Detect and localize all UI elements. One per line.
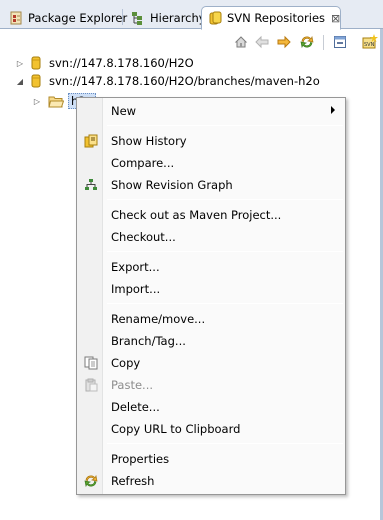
menu-separator: [107, 443, 343, 444]
menu-item-check-out-as-maven-project[interactable]: Check out as Maven Project...: [79, 204, 343, 226]
menu-item-label: Checkout...: [111, 230, 176, 244]
expand-icon[interactable]: ▷: [15, 58, 25, 68]
menu-item-export[interactable]: Export...: [79, 256, 343, 278]
tab-package-explorer[interactable]: Package Explorer: [2, 6, 134, 29]
menu-separator: [107, 199, 343, 200]
menu-item-label: Check out as Maven Project...: [111, 208, 282, 222]
menu-item-properties[interactable]: Properties: [79, 448, 343, 470]
menu-item-label: Show History: [111, 134, 187, 148]
folder-open-icon: [48, 95, 65, 108]
tree-item-repo-maven-h2o[interactable]: ◢ svn://147.8.178.160/H2O/branches/maven…: [15, 72, 320, 90]
menu-item-label: New: [111, 104, 137, 118]
paste-icon: [83, 377, 99, 393]
home-icon[interactable]: [233, 34, 249, 50]
copy-icon: [83, 355, 99, 371]
tab-separator: [122, 9, 123, 25]
menu-item-delete[interactable]: Delete...: [79, 396, 343, 418]
view-tab-bar: Package Explorer Hierarchy SVN Repositor…: [0, 0, 383, 30]
menu-item-show-revision-graph[interactable]: Show Revision Graph: [79, 174, 343, 196]
hierarchy-icon: [131, 11, 145, 25]
refresh-icon: [83, 473, 99, 489]
submenu-arrow-icon: [331, 106, 335, 114]
menu-item-show-history[interactable]: Show History: [79, 130, 343, 152]
menu-separator: [107, 125, 343, 126]
menu-item-checkout[interactable]: Checkout...: [79, 226, 343, 248]
tree-item-label: svn://147.8.178.160/H2O: [49, 56, 194, 70]
menu-separator: [107, 303, 343, 304]
menu-item-paste[interactable]: Paste...: [79, 374, 343, 396]
menu-item-label: Paste...: [111, 378, 154, 392]
menu-item-branch-tag[interactable]: Branch/Tag...: [79, 330, 343, 352]
menu-item-label: Show Revision Graph: [111, 178, 233, 192]
collapse-all-icon[interactable]: [332, 34, 348, 50]
tab-hierarchy[interactable]: Hierarchy: [124, 6, 213, 29]
tab-package-explorer-label: Package Explorer: [28, 10, 128, 25]
collapse-icon[interactable]: ◢: [15, 76, 25, 86]
svn-repositories-icon: [208, 11, 222, 25]
menu-item-compare[interactable]: Compare...: [79, 152, 343, 174]
menu-item-import[interactable]: Import...: [79, 278, 343, 300]
refresh-icon[interactable]: [299, 34, 315, 50]
close-tab-icon[interactable]: ⊠: [331, 12, 340, 25]
menu-item-new[interactable]: New: [79, 100, 343, 122]
menu-item-label: Refresh: [111, 474, 155, 488]
menu-item-label: Rename/move...: [111, 312, 206, 326]
new-repository-location-icon[interactable]: SVN: [362, 34, 378, 50]
menu-item-label: Compare...: [111, 156, 175, 170]
package-explorer-icon: [9, 11, 23, 25]
repository-icon: [31, 56, 41, 70]
menu-item-label: Export...: [111, 260, 160, 274]
menu-item-label: Import...: [111, 282, 161, 296]
menu-item-refresh[interactable]: Refresh: [79, 470, 343, 492]
svn-repositories-view: Package Explorer Hierarchy SVN Repositor…: [0, 0, 383, 520]
context-menu: New Show History Compare... Show Revisio…: [76, 97, 346, 495]
menu-item-label: Branch/Tag...: [111, 334, 186, 348]
menu-item-label: Delete...: [111, 400, 160, 414]
menu-item-copy-url-to-clipboard[interactable]: Copy URL to Clipboard: [79, 418, 343, 440]
revision-graph-icon: [83, 177, 99, 193]
menu-separator: [107, 251, 343, 252]
tab-svn-repositories[interactable]: SVN Repositories ⊠: [201, 6, 341, 30]
history-icon: [83, 133, 99, 149]
menu-item-label: Properties: [111, 452, 170, 466]
menu-item-rename-move[interactable]: Rename/move...: [79, 308, 343, 330]
menu-item-label: Copy URL to Clipboard: [111, 422, 241, 436]
menu-item-label: Copy: [111, 356, 141, 370]
tab-hierarchy-label: Hierarchy: [150, 10, 206, 25]
repository-icon: [31, 74, 41, 88]
tree-item-label: svn://147.8.178.160/H2O/branches/maven-h…: [49, 74, 320, 88]
expand-icon[interactable]: ▷: [32, 96, 42, 106]
svg-text:SVN: SVN: [364, 42, 375, 48]
toolbar-divider: [323, 35, 324, 50]
back-icon[interactable]: [254, 34, 270, 50]
menu-item-copy[interactable]: Copy: [79, 352, 343, 374]
tree-item-repo-h2o[interactable]: ▷ svn://147.8.178.160/H2O: [15, 54, 194, 72]
view-toolbar: SVN: [0, 30, 383, 54]
forward-icon[interactable]: [276, 34, 292, 50]
tab-svn-repositories-label: SVN Repositories: [227, 11, 326, 25]
